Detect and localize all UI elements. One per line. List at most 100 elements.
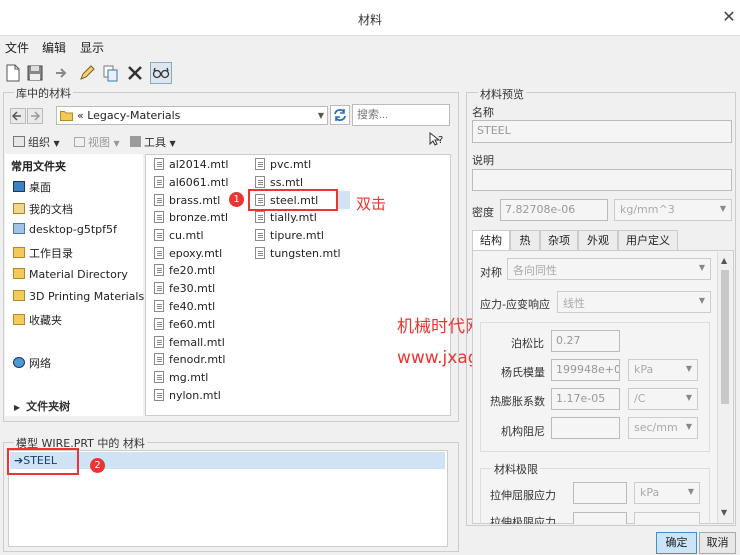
list-item[interactable]: fe30.mtl: [154, 282, 215, 295]
tensile-yield-unit-select[interactable]: kPa ▼: [634, 482, 700, 504]
tensile-yield-field[interactable]: [573, 482, 627, 504]
title-bar: 材料 ✕: [0, 0, 740, 36]
computer-icon: [13, 223, 25, 234]
list-item[interactable]: ss.mtl: [255, 176, 303, 189]
list-item[interactable]: al6061.mtl: [154, 176, 228, 189]
printing-dir-icon: [13, 290, 25, 301]
file-icon: [154, 318, 164, 330]
views-menu[interactable]: 视图 ▼: [74, 134, 120, 150]
list-item[interactable]: femall.mtl: [154, 336, 225, 349]
file-icon: [154, 247, 164, 259]
material-dir-icon: [13, 268, 25, 279]
list-item[interactable]: mg.mtl: [154, 371, 208, 384]
damping-unit-select[interactable]: sec/mm ▼: [628, 417, 698, 439]
tools-menu[interactable]: 工具 ▼: [130, 134, 176, 150]
list-item[interactable]: fe40.mtl: [154, 300, 215, 313]
tensile-ultimate-field[interactable]: [573, 512, 627, 524]
network-icon: [13, 357, 25, 368]
file-icon: [154, 336, 164, 348]
sidebar-item-network[interactable]: 网络: [13, 355, 51, 371]
list-item[interactable]: epoxy.mtl: [154, 247, 222, 260]
highlight-box-steel: [248, 189, 338, 211]
chevron-down-icon: ▼: [685, 364, 692, 373]
scroll-down-icon[interactable]: ▼: [721, 508, 727, 517]
list-item[interactable]: bronze.mtl: [154, 211, 228, 224]
damping-field[interactable]: [551, 417, 620, 439]
path-field[interactable]: « Legacy-Materials ▼: [56, 106, 328, 125]
list-item[interactable]: fe60.mtl: [154, 318, 215, 331]
cancel-button[interactable]: 取消: [699, 532, 736, 554]
sidebar-item-favorites[interactable]: 收藏夹: [13, 312, 62, 328]
sidebar-item-material-dir[interactable]: Material Directory: [13, 268, 128, 281]
menu-edit[interactable]: 编辑: [42, 39, 66, 56]
new-file-icon[interactable]: [2, 62, 24, 84]
sidebar-item-3d-printing[interactable]: 3D Printing Materials: [13, 290, 144, 303]
name-field[interactable]: STEEL: [472, 120, 732, 143]
preview-group-label: 材料预览: [478, 86, 526, 102]
tab-misc[interactable]: 杂项: [540, 230, 578, 250]
favorites-sidebar: 常用文件夹 桌面 我的文档 desktop-g5tpf5f 工作目录 Mater…: [5, 154, 144, 416]
youngs-unit-select[interactable]: kPa ▼: [628, 359, 698, 381]
tensile-ultimate-label: 拉伸极限应力: [490, 516, 556, 524]
folder-tree-toggle[interactable]: ▶ 文件夹树: [14, 398, 70, 414]
list-item[interactable]: brass.mtl: [154, 194, 220, 207]
scrollbar-thumb[interactable]: [721, 270, 729, 404]
density-field[interactable]: 7.82708e-06: [500, 199, 608, 221]
symmetry-select[interactable]: 各向同性 ▼: [507, 258, 711, 280]
organize-menu[interactable]: 组织 ▼: [13, 134, 60, 150]
sidebar-item-desktop[interactable]: 桌面: [13, 179, 51, 195]
file-icon: [255, 229, 265, 241]
tab-user-defined[interactable]: 用户定义: [618, 230, 678, 250]
tab-thermal[interactable]: 热: [510, 230, 540, 250]
menu-bar: 文件 编辑 显示: [0, 37, 740, 57]
tab-structure[interactable]: 结构: [472, 230, 510, 250]
list-item[interactable]: pvc.mtl: [255, 158, 311, 171]
copy-icon[interactable]: [100, 62, 122, 84]
list-item[interactable]: tially.mtl: [255, 211, 317, 224]
tensile-ultimate-clip: 拉伸极限应力: [480, 512, 580, 524]
youngs-modulus-field[interactable]: 199948e+08: [551, 359, 620, 381]
file-icon: [154, 264, 164, 276]
refresh-icon[interactable]: [330, 105, 350, 125]
preview-scrollbar[interactable]: ▲ ▼: [717, 252, 732, 523]
tab-appearance[interactable]: 外观: [578, 230, 618, 250]
stress-strain-select[interactable]: 线性 ▼: [557, 291, 711, 313]
close-icon[interactable]: ✕: [718, 6, 740, 28]
pencil-icon[interactable]: [76, 62, 98, 84]
organize-icon: [13, 136, 25, 147]
thermal-expansion-field[interactable]: 1.17e-05: [551, 388, 620, 410]
thermal-unit-select[interactable]: /C ▼: [628, 388, 698, 410]
scroll-up-icon[interactable]: ▲: [721, 256, 727, 265]
sidebar-item-documents[interactable]: 我的文档: [13, 201, 73, 217]
list-item[interactable]: tungsten.mtl: [255, 247, 341, 260]
highlight-box-model: [7, 448, 79, 475]
sidebar-item-computer[interactable]: desktop-g5tpf5f: [13, 223, 117, 236]
list-item[interactable]: tipure.mtl: [255, 229, 324, 242]
help-cursor-icon[interactable]: ?: [428, 131, 446, 149]
poisson-field[interactable]: 0.27: [551, 330, 620, 352]
list-item[interactable]: nylon.mtl: [154, 389, 221, 402]
ok-button[interactable]: 确定: [656, 532, 697, 554]
menu-file[interactable]: 文件: [5, 39, 29, 56]
triangle-right-icon: ▶: [14, 403, 21, 412]
list-item[interactable]: fenodr.mtl: [154, 353, 225, 366]
list-item[interactable]: fe20.mtl: [154, 264, 215, 277]
sidebar-item-workdir[interactable]: 工作目录: [13, 245, 73, 261]
menu-view[interactable]: 显示: [80, 39, 104, 56]
description-field[interactable]: [472, 169, 732, 191]
delete-icon[interactable]: [124, 62, 146, 84]
path-dropdown-icon[interactable]: ▼: [318, 111, 324, 120]
glasses-icon[interactable]: [150, 62, 172, 84]
poisson-label: 泊松比: [511, 337, 544, 350]
tensile-ultimate-unit-select[interactable]: [634, 512, 700, 524]
list-item[interactable]: al2014.mtl: [154, 158, 228, 171]
description-label: 说明: [472, 154, 494, 167]
search-input[interactable]: [352, 104, 450, 126]
arrow-right-icon[interactable]: [50, 62, 72, 84]
density-unit-select[interactable]: kg/mm^3 ▼: [614, 199, 732, 221]
working-dir-icon: [13, 247, 25, 258]
favorites-header: 常用文件夹: [11, 160, 66, 173]
save-icon[interactable]: [24, 62, 46, 84]
nav-back-forward[interactable]: [10, 108, 44, 124]
list-item[interactable]: cu.mtl: [154, 229, 204, 242]
